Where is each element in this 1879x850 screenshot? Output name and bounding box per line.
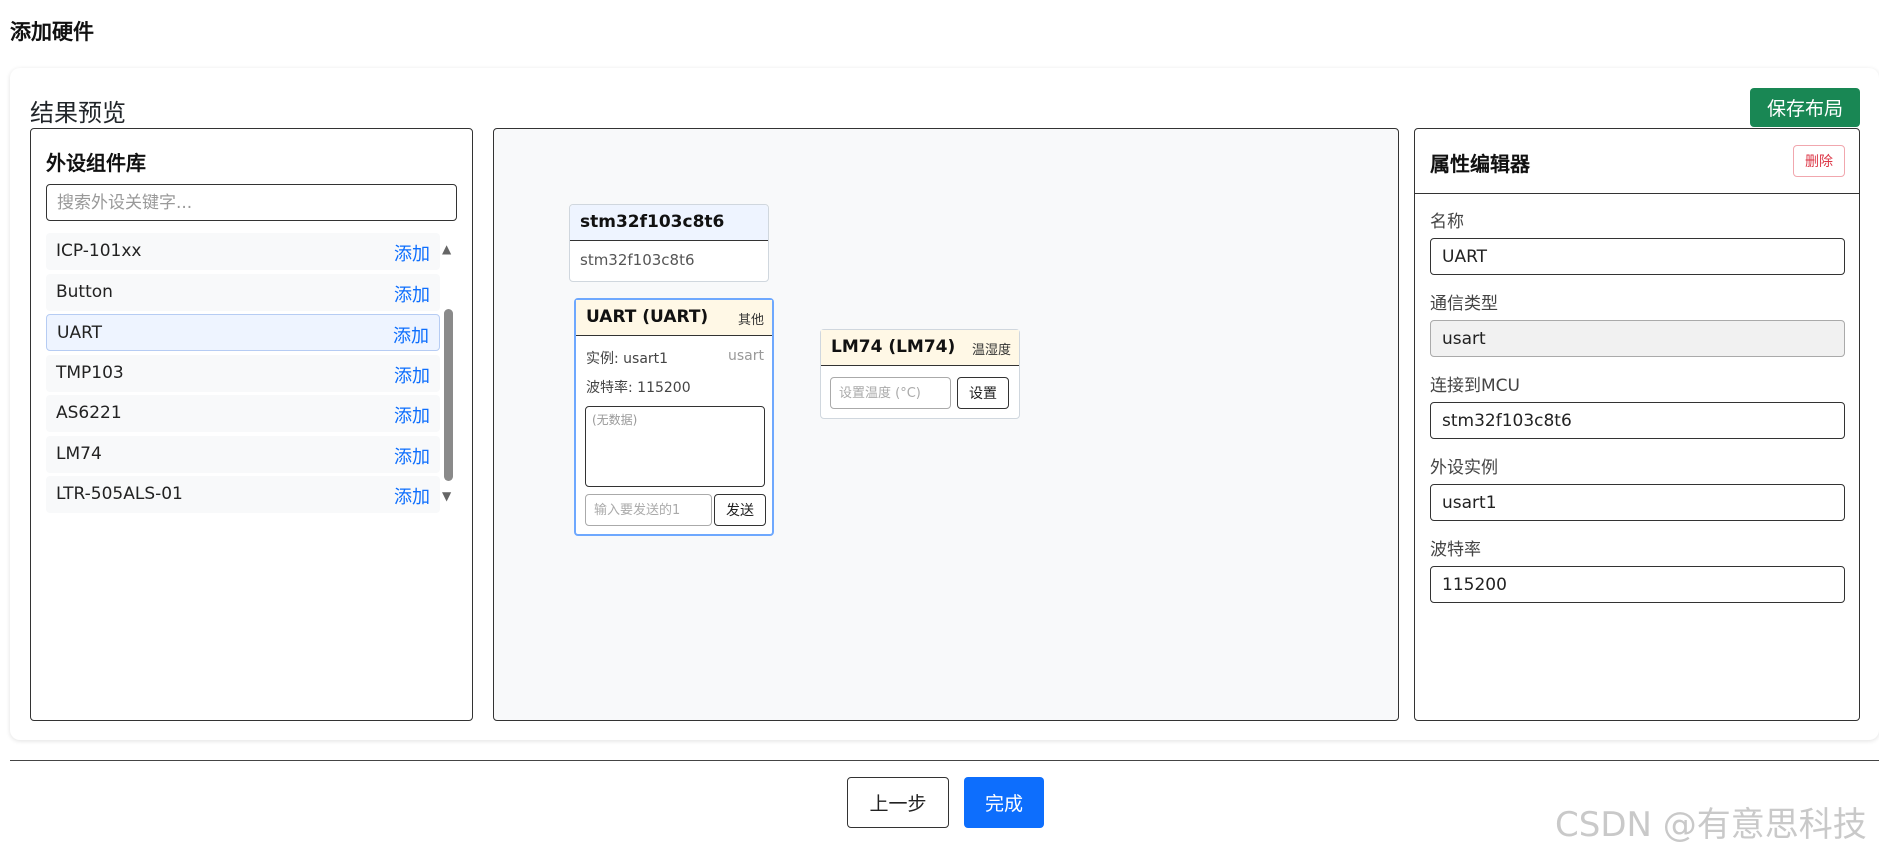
property-editor-header: 属性编辑器 删除 xyxy=(1415,129,1859,194)
library-item[interactable]: Button 添加 xyxy=(46,273,440,311)
save-layout-button[interactable]: 保存布局 xyxy=(1750,88,1860,127)
page-title: 添加硬件 xyxy=(10,20,94,44)
lm74-temperature-input[interactable] xyxy=(830,377,951,409)
component-library-panel: 外设组件库 ICP-101xx 添加 Button 添加 UART 添加 TMP… xyxy=(30,128,473,721)
scroll-down-arrow-icon[interactable]: ▼ xyxy=(442,489,451,503)
library-item-add-link[interactable]: 添加 xyxy=(394,483,430,509)
uart-instance-text: 实例: usart1 xyxy=(586,351,669,367)
scrollbar-thumb[interactable] xyxy=(444,309,453,481)
library-item-name: AS6221 xyxy=(56,403,122,423)
property-editor-title: 属性编辑器 xyxy=(1430,152,1530,176)
prop-baud-input[interactable] xyxy=(1430,566,1845,603)
library-item-name: LTR-505ALS-01 xyxy=(56,484,183,504)
library-item[interactable]: LM74 添加 xyxy=(46,435,440,473)
library-item-add-link[interactable]: 添加 xyxy=(393,322,429,348)
prop-label-baud: 波特率 xyxy=(1430,540,1481,560)
uart-output-area[interactable]: (无数据) xyxy=(585,406,765,487)
library-item-add-link[interactable]: 添加 xyxy=(394,281,430,307)
uart-instance-type: usart xyxy=(728,348,764,364)
footer-divider xyxy=(10,760,1879,761)
lm74-node-title: LM74 (LM74) xyxy=(831,337,956,357)
watermark: CSDN @有意思科技 xyxy=(1555,805,1867,845)
prop-instance-input[interactable] xyxy=(1430,484,1845,521)
delete-button[interactable]: 删除 xyxy=(1793,145,1845,177)
uart-send-input[interactable] xyxy=(585,494,712,526)
finish-button[interactable]: 完成 xyxy=(964,777,1044,828)
library-item-add-link[interactable]: 添加 xyxy=(394,402,430,428)
library-item-add-link[interactable]: 添加 xyxy=(394,362,430,388)
prop-mcu-input[interactable] xyxy=(1430,402,1845,439)
library-item-add-link[interactable]: 添加 xyxy=(394,443,430,469)
property-editor-panel: 属性编辑器 删除 名称 通信类型 连接到MCU 外设实例 波特率 xyxy=(1414,128,1860,721)
library-item[interactable]: TMP103 添加 xyxy=(46,354,440,392)
lm74-node[interactable]: LM74 (LM74) 温湿度 设置 xyxy=(820,329,1020,419)
library-item-name: Button xyxy=(56,281,113,302)
lm74-node-tag: 温湿度 xyxy=(971,343,1011,358)
uart-node-tag: 其他 xyxy=(737,313,764,328)
lm74-set-button[interactable]: 设置 xyxy=(957,377,1009,409)
library-search-input[interactable] xyxy=(46,184,457,221)
uart-node[interactable]: UART (UART) 其他 实例: usart1 usart 波特率: 115… xyxy=(574,298,774,536)
library-item-name: TMP103 xyxy=(56,362,124,383)
prop-comm-type-input xyxy=(1430,320,1845,357)
mcu-node[interactable]: stm32f103c8t6 stm32f103c8t6 xyxy=(569,204,769,282)
mcu-node-subtitle: stm32f103c8t6 xyxy=(580,251,695,269)
prop-label-instance: 外设实例 xyxy=(1430,458,1498,478)
library-item-add-link[interactable]: 添加 xyxy=(394,240,430,266)
library-item[interactable]: ICP-101xx 添加 xyxy=(46,233,440,270)
library-item[interactable]: AS6221 添加 xyxy=(46,395,440,432)
lm74-node-header: LM74 (LM74) 温湿度 xyxy=(821,330,1019,366)
prop-label-mcu: 连接到MCU xyxy=(1430,376,1520,396)
library-item-name: LM74 xyxy=(56,443,102,464)
prop-name-input[interactable] xyxy=(1430,238,1845,275)
library-item[interactable]: LTR-505ALS-01 添加 xyxy=(46,476,440,513)
uart-node-title: UART (UART) xyxy=(586,307,709,327)
preview-title: 结果预览 xyxy=(30,99,126,127)
scroll-up-arrow-icon[interactable]: ▲ xyxy=(442,242,451,256)
mcu-node-title: stm32f103c8t6 xyxy=(570,205,768,241)
uart-send-button[interactable]: 发送 xyxy=(714,494,766,526)
library-list: ICP-101xx 添加 Button 添加 UART 添加 TMP103 添加… xyxy=(46,233,440,517)
library-item-selected[interactable]: UART 添加 xyxy=(46,314,440,351)
library-item-name: ICP-101xx xyxy=(56,241,142,261)
prop-label-comm-type: 通信类型 xyxy=(1430,294,1498,314)
uart-baud-text: 波特率: 115200 xyxy=(586,380,691,396)
prev-step-button[interactable]: 上一步 xyxy=(847,777,949,828)
uart-node-header: UART (UART) 其他 xyxy=(576,300,772,336)
library-item-name: UART xyxy=(57,323,103,343)
prop-label-name: 名称 xyxy=(1430,212,1464,232)
library-title: 外设组件库 xyxy=(46,151,146,175)
